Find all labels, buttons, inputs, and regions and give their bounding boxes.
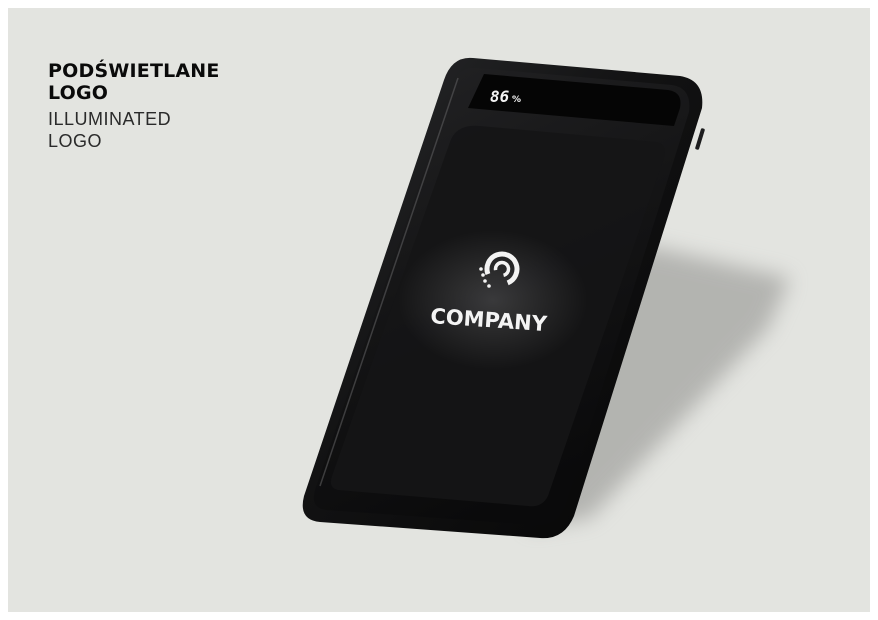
- battery-percent-sign: %: [512, 95, 521, 105]
- logo-glow: [398, 230, 588, 370]
- product-photo: PODŚWIETLANE LOGO ILLUMINATED LOGO 86 % …: [8, 8, 870, 612]
- battery-percentage: 86: [490, 87, 510, 106]
- side-button-icon: [695, 128, 705, 150]
- power-bank-illustration: 86 % COMPANY: [302, 57, 790, 539]
